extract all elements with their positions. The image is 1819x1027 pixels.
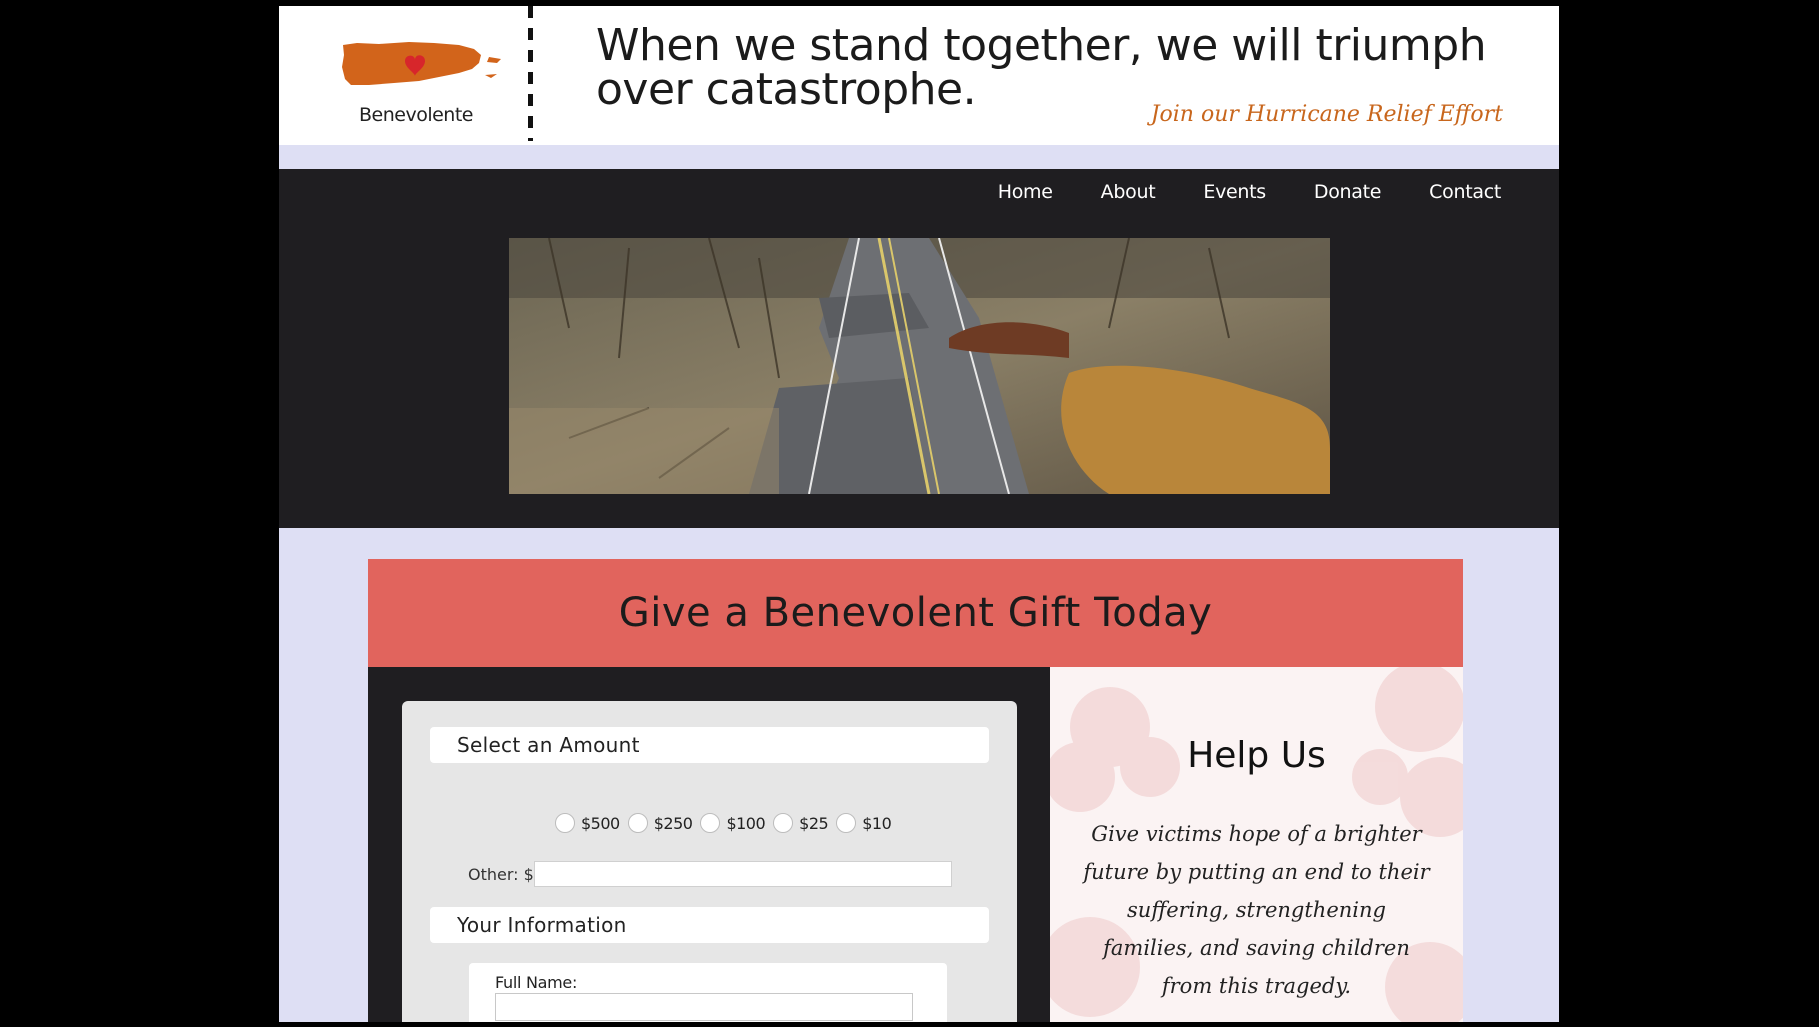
amount-options: $500 $250 $100 $25 $10 xyxy=(547,813,892,833)
amount-radio-25[interactable] xyxy=(773,813,794,833)
logo-text: Benevolente xyxy=(359,104,473,126)
donation-form-panel: Select an Amount $500 $250 $100 $25 $10 … xyxy=(368,667,1050,1022)
amount-label-10: $10 xyxy=(862,813,892,833)
hero-image-destroyed-road xyxy=(509,238,1330,494)
your-information-heading: Your Information xyxy=(430,907,989,943)
main-nav: Home About Events Donate Contact xyxy=(950,181,1502,203)
donation-form-card: Select an Amount $500 $250 $100 $25 $10 … xyxy=(402,701,1017,1022)
other-amount-label: Other: $ xyxy=(468,865,534,884)
hurricane-relief-link[interactable]: Join our Hurricane Relief Effort xyxy=(1151,102,1503,127)
amount-label-100: $100 xyxy=(726,813,766,833)
amount-radio-10[interactable] xyxy=(836,813,857,833)
puerto-rico-heart-logo-icon[interactable] xyxy=(339,35,504,95)
help-us-panel: Help Us Give victims hope of a brighter … xyxy=(1050,667,1463,1022)
header-divider xyxy=(528,6,533,141)
donate-title-bar: Give a Benevolent Gift Today xyxy=(368,559,1463,667)
help-us-text: Give victims hope of a brighter future b… xyxy=(1083,822,1430,998)
nav-about[interactable]: About xyxy=(1101,181,1156,203)
donate-title: Give a Benevolent Gift Today xyxy=(618,590,1213,636)
nav-contact[interactable]: Contact xyxy=(1429,181,1501,203)
nav-home[interactable]: Home xyxy=(998,181,1053,203)
site-header: Benevolente When we stand together, we w… xyxy=(279,6,1559,145)
other-amount-input[interactable] xyxy=(534,861,952,887)
amount-label-25: $25 xyxy=(799,813,829,833)
nav-events[interactable]: Events xyxy=(1203,181,1266,203)
amount-label-250: $250 xyxy=(653,813,693,833)
nav-hero-band: Home About Events Donate Contact xyxy=(279,169,1559,528)
amount-radio-250[interactable] xyxy=(627,813,648,833)
full-name-input[interactable] xyxy=(495,993,913,1021)
full-name-group: Full Name: xyxy=(469,963,947,1022)
nav-donate[interactable]: Donate xyxy=(1314,181,1382,203)
amount-label-500: $500 xyxy=(581,813,620,833)
select-amount-heading: Select an Amount xyxy=(430,727,989,763)
full-name-label: Full Name: xyxy=(495,973,578,992)
amount-radio-500[interactable] xyxy=(555,813,575,833)
amount-radio-100[interactable] xyxy=(700,813,721,833)
page: Benevolente When we stand together, we w… xyxy=(279,6,1559,1022)
help-us-title: Help Us xyxy=(1187,735,1326,776)
tagline: When we stand together, we will triumph … xyxy=(596,20,1487,115)
